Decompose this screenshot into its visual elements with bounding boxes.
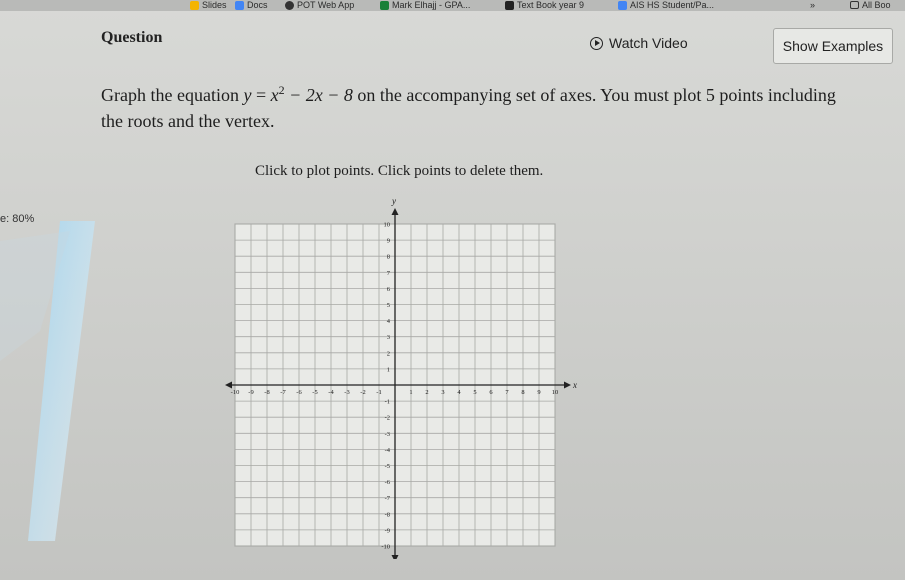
x-tick-label: -6 bbox=[296, 389, 302, 396]
x-tick-label: -3 bbox=[344, 389, 349, 396]
y-tick-label: -1 bbox=[385, 399, 390, 406]
x-tick-label: 5 bbox=[473, 389, 476, 396]
x-tick-label: 9 bbox=[537, 389, 540, 396]
bookmark-gpa[interactable]: Mark Elhajj - GPA... bbox=[380, 0, 470, 10]
x-tick-label: 2 bbox=[425, 389, 428, 396]
classroom-icon bbox=[380, 0, 389, 10]
y-tick-label: -3 bbox=[385, 431, 390, 438]
equation-rest: − 2x − 8 bbox=[284, 85, 353, 105]
book-icon bbox=[505, 0, 514, 10]
y-tick-label: 5 bbox=[387, 302, 390, 309]
y-tick-label: -8 bbox=[385, 511, 390, 518]
x-axis-arrow-left-icon bbox=[225, 381, 232, 389]
bookmark-label: Text Book year 9 bbox=[517, 0, 585, 10]
x-tick-label: -7 bbox=[280, 389, 286, 396]
x-axis-label: x bbox=[572, 380, 577, 390]
bookmark-label: All Boo bbox=[862, 0, 891, 10]
show-examples-label: Show Examples bbox=[782, 38, 884, 54]
equation-x: x bbox=[270, 85, 279, 105]
bookmark-slides[interactable]: Slides bbox=[190, 0, 227, 10]
forms-icon bbox=[618, 0, 627, 10]
x-tick-label: -4 bbox=[328, 389, 334, 396]
x-tick-label: 3 bbox=[441, 389, 444, 396]
x-tick-label: 1 bbox=[409, 389, 412, 396]
bookmark-label: AIS HS Student/Pa... bbox=[630, 0, 715, 10]
y-tick-label: 3 bbox=[387, 334, 390, 341]
bookmarks-bar: Slides Docs POT Web App Mark Elhajj - GP… bbox=[0, 0, 905, 11]
docs-icon bbox=[235, 0, 244, 10]
bookmark-label: POT Web App bbox=[297, 0, 355, 10]
question-panel: Question Watch Video Show Examples Graph… bbox=[0, 11, 905, 580]
y-tick-label: 8 bbox=[387, 254, 390, 261]
y-tick-label: -10 bbox=[381, 544, 390, 551]
y-axis-arrow-up-icon bbox=[391, 208, 399, 215]
x-tick-label: -9 bbox=[248, 389, 253, 396]
x-tick-label: 8 bbox=[521, 389, 524, 396]
problem-text-before: Graph the equation bbox=[101, 85, 244, 105]
y-tick-label: -7 bbox=[385, 495, 391, 502]
bookmark-label: Mark Elhajj - GPA... bbox=[392, 0, 471, 10]
x-tick-label: -8 bbox=[264, 389, 269, 396]
y-axis-arrow-down-icon bbox=[391, 555, 399, 559]
y-tick-label: -5 bbox=[385, 463, 390, 470]
question-heading: Question bbox=[101, 29, 163, 46]
y-tick-label: 10 bbox=[384, 222, 391, 229]
chevron-right-icon: » bbox=[810, 0, 816, 10]
y-tick-label: 1 bbox=[387, 366, 390, 373]
zoom-readout: e: 80% bbox=[0, 213, 35, 225]
watch-video-button[interactable]: Watch Video bbox=[590, 26, 732, 60]
equation: y = x2 − 2x − 8 bbox=[243, 83, 353, 105]
x-tick-label: -5 bbox=[312, 389, 317, 396]
bookmark-pot-web-app[interactable]: POT Web App bbox=[285, 0, 354, 10]
y-tick-label: -4 bbox=[385, 447, 391, 454]
y-tick-label: -2 bbox=[385, 415, 390, 422]
equation-eq: = bbox=[251, 85, 271, 105]
screen-reflection bbox=[0, 221, 95, 541]
slides-icon bbox=[190, 0, 199, 10]
x-axis-arrow-right-icon bbox=[564, 381, 571, 389]
watch-video-label: Watch Video bbox=[609, 35, 688, 51]
x-tick-label: -1 bbox=[376, 389, 381, 396]
graph-instructions: Click to plot points. Click points to de… bbox=[255, 163, 544, 179]
bookmark-all-bookmarks[interactable]: All Boo bbox=[850, 0, 891, 10]
bookmark-label: Docs bbox=[247, 0, 268, 10]
folder-icon bbox=[850, 1, 859, 9]
bookmark-textbook[interactable]: Text Book year 9 bbox=[505, 0, 584, 10]
show-examples-button[interactable]: Show Examples bbox=[773, 28, 893, 64]
bookmark-ais[interactable]: AIS HS Student/Pa... bbox=[618, 0, 714, 10]
x-tick-label: 10 bbox=[552, 389, 559, 396]
coordinate-grid[interactable]: xy-10 -9 -8 -7 -6 -5 -4 -3 -2 -1 1 2 3 4 5 6 7 8 9 10109876… bbox=[223, 189, 583, 559]
bookmarks-overflow-button[interactable]: » bbox=[810, 0, 815, 10]
y-tick-label: -9 bbox=[385, 527, 390, 534]
problem-statement: Graph the equation y = x2 − 2x − 8 on th… bbox=[101, 77, 861, 134]
y-tick-label: -6 bbox=[385, 479, 391, 486]
bookmark-docs[interactable]: Docs bbox=[235, 0, 268, 10]
y-tick-label: 9 bbox=[387, 238, 390, 245]
y-tick-label: 2 bbox=[387, 350, 390, 357]
play-icon bbox=[590, 36, 603, 50]
app-icon bbox=[285, 0, 294, 10]
x-tick-label: -10 bbox=[231, 389, 240, 396]
y-axis-label: y bbox=[391, 196, 396, 206]
bookmark-label: Slides bbox=[202, 0, 227, 10]
x-tick-label: -2 bbox=[360, 389, 365, 396]
